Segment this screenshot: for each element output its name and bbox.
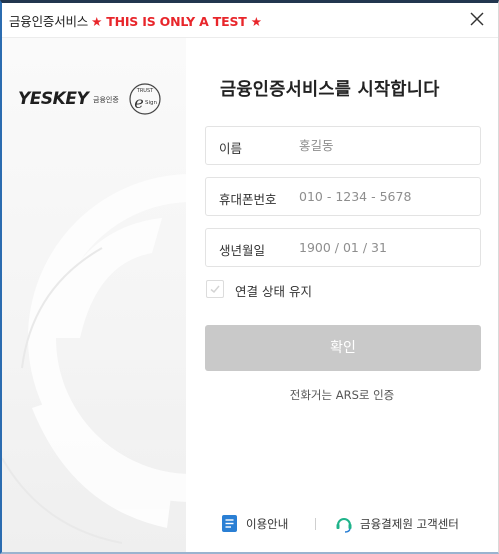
phone-input[interactable] xyxy=(299,186,469,207)
keep-connection-label: 연결 상태 유지 xyxy=(235,284,312,299)
headset-icon xyxy=(336,518,352,533)
keep-connection-checkbox[interactable] xyxy=(206,280,224,298)
birthdate-field-label: 생년월일 xyxy=(219,243,266,258)
support-center-label: 금융결제원 고객센터 xyxy=(360,517,459,531)
title-bar: 금융인증서비스 ★ THIS IS ONLY A TEST ★ xyxy=(2,3,498,38)
login-form-panel: 금융인증서비스를 시작합니다 이름 휴대폰번호 생년월일 연결 상태 유지 확인… xyxy=(186,38,498,552)
birthdate-input[interactable] xyxy=(299,237,469,258)
logo-brand-sub: 금융인증 xyxy=(93,96,119,104)
name-input[interactable] xyxy=(299,135,469,156)
usage-guide-label: 이용안내 xyxy=(246,517,289,531)
phone-field[interactable]: 휴대폰번호 xyxy=(205,177,481,216)
window-title-text: 금융인증서비스 xyxy=(9,14,89,29)
ars-auth-link[interactable]: 전화거는 ARS로 인증 xyxy=(186,387,498,403)
yeskey-logo: YESKEY 금융인증 TRUST e Sign xyxy=(18,82,178,118)
esign-trust-icon: TRUST e Sign xyxy=(129,83,161,115)
close-button[interactable] xyxy=(464,6,490,32)
window-title: 금융인증서비스 ★ THIS IS ONLY A TEST ★ xyxy=(9,11,262,30)
logo-brand: YESKEY xyxy=(18,89,89,109)
auth-window: 금융인증서비스 ★ THIS IS ONLY A TEST ★ YESKEY 금융… xyxy=(0,0,499,554)
esign-sign-text: Sign xyxy=(145,100,158,106)
close-icon xyxy=(470,12,484,26)
name-field[interactable]: 이름 xyxy=(205,126,481,165)
document-icon xyxy=(222,515,237,532)
check-icon xyxy=(210,285,220,294)
confirm-button[interactable]: 확인 xyxy=(205,325,481,371)
birthdate-field[interactable]: 생년월일 xyxy=(205,228,481,267)
phone-field-label: 휴대폰번호 xyxy=(219,192,277,207)
esign-e-text: e xyxy=(134,93,143,112)
brand-panel: YESKEY 금융인증 TRUST e Sign xyxy=(2,38,186,552)
test-notice: ★ THIS IS ONLY A TEST ★ xyxy=(91,14,262,29)
name-field-label: 이름 xyxy=(219,141,243,156)
form-heading: 금융인증서비스를 시작합니다 xyxy=(220,80,440,100)
footer-divider xyxy=(315,518,316,530)
